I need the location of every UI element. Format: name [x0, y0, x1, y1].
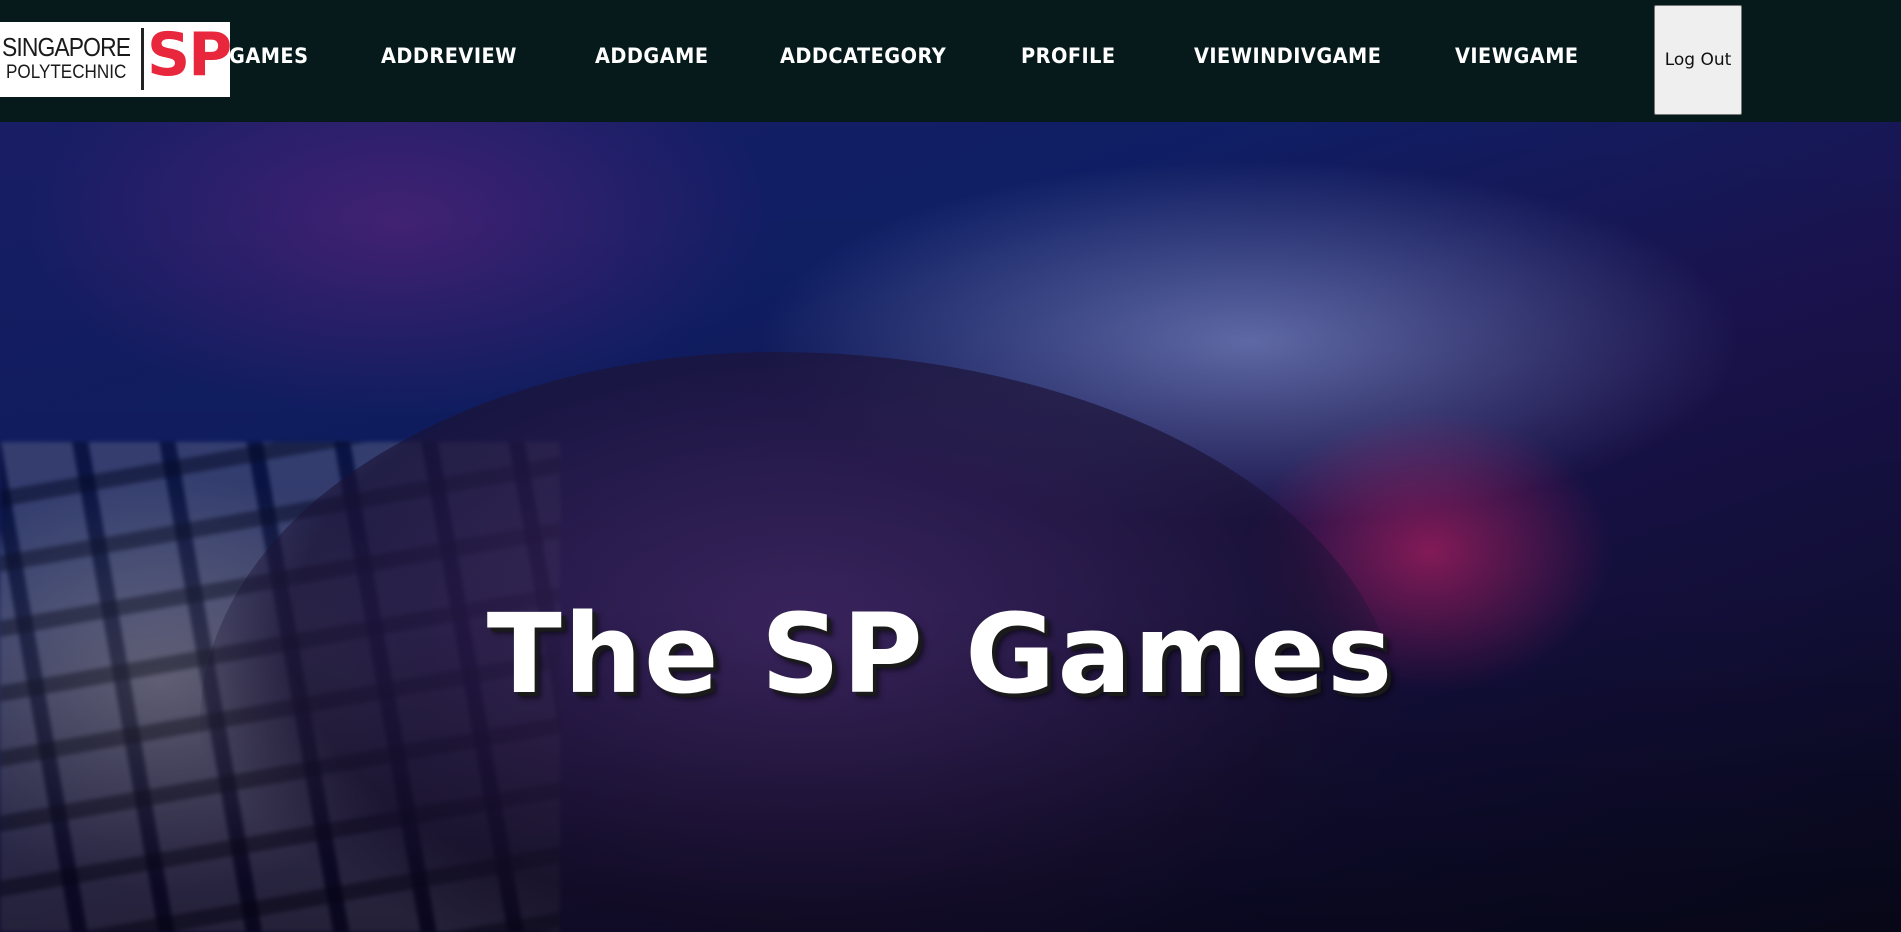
- logo-text-polytechnic: POLYTECHNIC: [6, 62, 127, 83]
- singapore-polytechnic-logo[interactable]: SINGAPORE POLYTECHNIC SP: [0, 20, 232, 97]
- logo-text-singapore: SINGAPORE: [2, 32, 131, 62]
- hero-banner: The SP Games: [0, 122, 1901, 932]
- nav-link-viewindivgame[interactable]: VIEWINDIVGAME: [1194, 44, 1381, 68]
- top-navbar: SINGAPORE POLYTECHNIC SP GAMES ADDREVIEW…: [0, 0, 1901, 122]
- nav-link-games[interactable]: GAMES: [229, 44, 308, 68]
- logout-button[interactable]: Log Out: [1654, 5, 1742, 115]
- nav-link-addcategory[interactable]: ADDCATEGORY: [780, 44, 946, 68]
- nav-link-profile[interactable]: PROFILE: [1021, 44, 1116, 68]
- logo-sp-mark: SP: [147, 20, 232, 90]
- hero-overlay: [0, 122, 1901, 932]
- nav-link-addreview[interactable]: ADDREVIEW: [381, 44, 517, 68]
- nav-link-viewgame[interactable]: VIEWGAME: [1455, 44, 1579, 68]
- hero-title: The SP Games: [486, 590, 1395, 718]
- logo-divider: [141, 28, 144, 90]
- nav-link-addgame[interactable]: ADDGAME: [595, 44, 708, 68]
